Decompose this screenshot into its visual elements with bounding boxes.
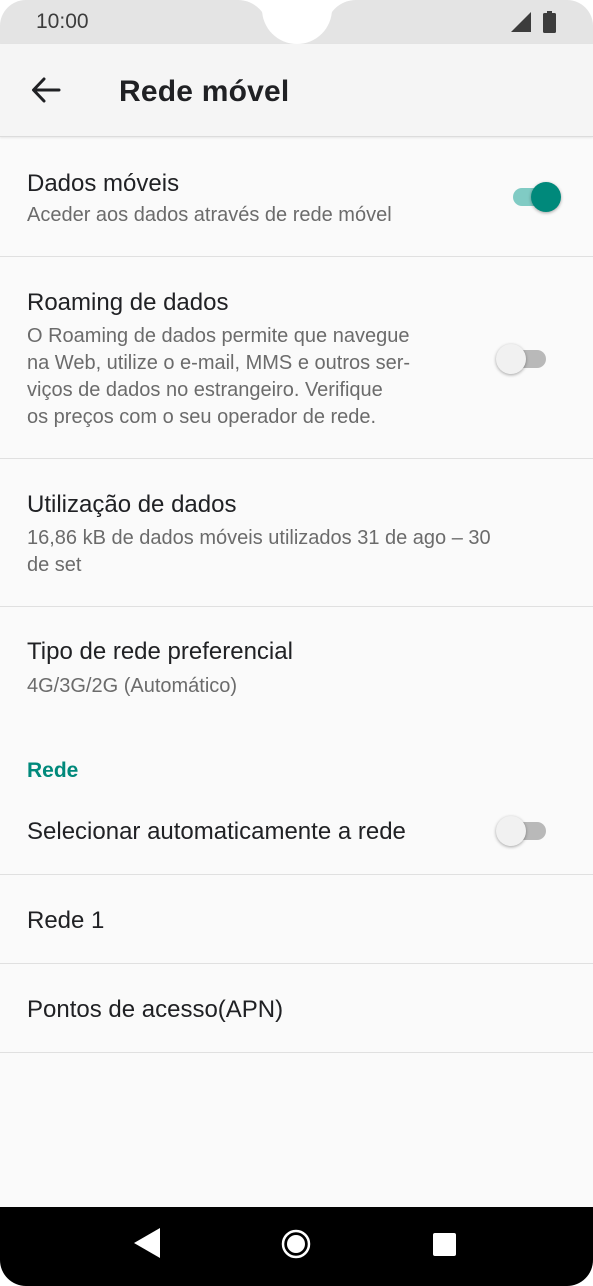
setting-subtitle: 4G/3G/2G (Automático) xyxy=(27,675,238,697)
divider xyxy=(0,1052,593,1053)
subtitle-line: de set xyxy=(27,554,82,576)
setting-access-points[interactable]: Pontos de acesso(APN) xyxy=(0,964,593,1052)
setting-title: Utilização de dados xyxy=(27,491,237,518)
setting-preferred-network[interactable]: Tipo de rede preferencial 4G/3G/2G (Auto… xyxy=(0,607,593,717)
arrow-back-icon[interactable] xyxy=(30,74,62,106)
phone-screen: 10:00 Rede móvel Dados móveis Aceder aos… xyxy=(0,0,593,1286)
setting-title: Roaming de dados xyxy=(27,289,229,316)
toggle-thumb xyxy=(496,344,526,374)
setting-subtitle: 16,86 kB de dados móveis utilizados 31 d… xyxy=(27,525,572,579)
toggle-thumb xyxy=(496,816,526,846)
subtitle-line: os preços com o seu operador de rede. xyxy=(27,406,377,428)
status-time: 10:00 xyxy=(36,10,89,33)
setting-network-1[interactable]: Rede 1 xyxy=(0,875,593,963)
status-bar: 10:00 xyxy=(0,0,593,44)
nav-home-icon[interactable] xyxy=(281,1229,311,1259)
setting-title: Pontos de acesso(APN) xyxy=(27,996,284,1023)
section-header-network: Rede xyxy=(27,759,79,782)
subtitle-line: O Roaming de dados permite que navegue xyxy=(27,325,410,347)
camera-notch xyxy=(262,0,332,44)
setting-title: Dados móveis xyxy=(27,170,180,197)
page-title: Rede móvel xyxy=(119,75,290,108)
data-roaming-toggle[interactable] xyxy=(496,341,550,375)
subtitle-line: viços de dados no estrangeiro. Verifique xyxy=(27,379,383,401)
setting-subtitle: O Roaming de dados permite que navegue n… xyxy=(27,323,477,431)
setting-title: Selecionar automaticamente a rede xyxy=(27,818,406,845)
setting-auto-select-network[interactable]: Selecionar automaticamente a rede xyxy=(0,787,593,874)
subtitle-line: 16,86 kB de dados móveis utilizados 31 d… xyxy=(27,527,491,549)
auto-select-network-toggle[interactable] xyxy=(496,813,550,847)
setting-data-usage[interactable]: Utilização de dados 16,86 kB de dados mó… xyxy=(0,459,593,606)
navigation-bar xyxy=(0,1207,593,1286)
nav-back-icon[interactable] xyxy=(134,1228,160,1258)
battery-icon xyxy=(543,11,556,33)
toggle-thumb xyxy=(531,182,561,212)
setting-data-roaming[interactable]: Roaming de dados O Roaming de dados perm… xyxy=(0,257,593,458)
setting-mobile-data[interactable]: Dados móveis Aceder aos dados através de… xyxy=(0,138,593,256)
setting-title: Rede 1 xyxy=(27,907,105,934)
subtitle-line: na Web, utilize o e-mail, MMS e outros s… xyxy=(27,352,411,374)
mobile-data-toggle[interactable] xyxy=(507,179,561,213)
setting-title: Tipo de rede preferencial xyxy=(27,638,293,665)
app-bar: Rede móvel xyxy=(0,44,593,137)
nav-recents-icon[interactable] xyxy=(433,1233,456,1256)
setting-subtitle: Aceder aos dados através de rede móvel xyxy=(27,204,392,226)
signal-icon xyxy=(511,12,531,32)
